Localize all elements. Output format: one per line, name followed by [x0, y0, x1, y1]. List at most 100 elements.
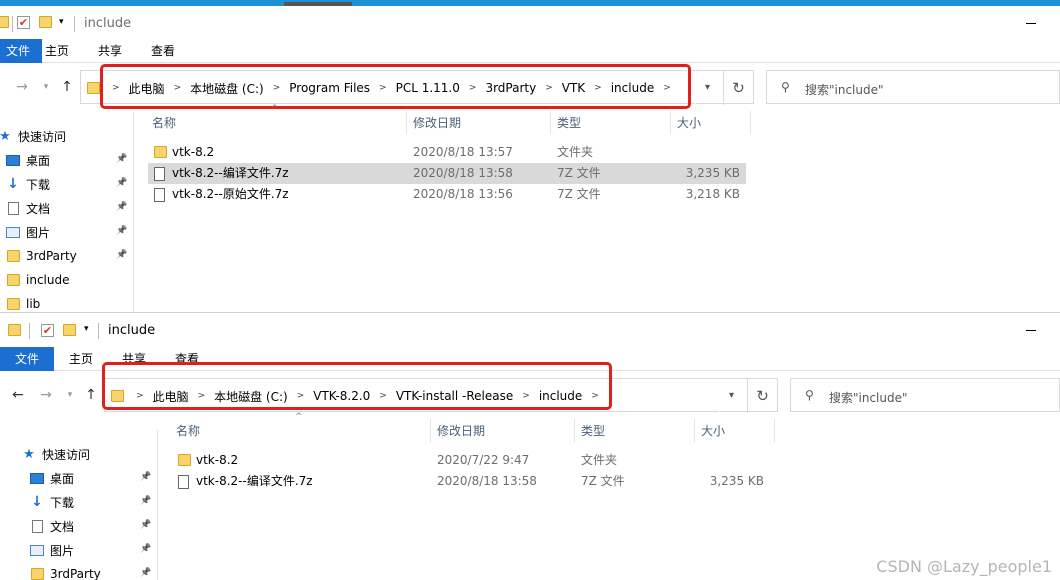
- tab-home[interactable]: 主页: [33, 39, 81, 63]
- search-input[interactable]: 搜索"include": [829, 389, 908, 406]
- column-name-header[interactable]: 名称: [152, 111, 176, 135]
- sidebar-item-label: 文档: [26, 201, 51, 216]
- address-history-chevron-icon[interactable]: ▾: [695, 71, 719, 105]
- pin-icon[interactable]: 📌: [140, 520, 151, 530]
- sidebar-item[interactable]: 文档: [30, 515, 74, 537]
- pin-icon[interactable]: 📌: [116, 178, 127, 188]
- document-icon: [6, 201, 20, 215]
- document-glyph: [7, 201, 19, 215]
- properties-check-icon[interactable]: ✔: [41, 324, 54, 337]
- pin-icon[interactable]: 📌: [116, 154, 127, 164]
- sidebar-item[interactable]: ★ 快速访问: [22, 443, 90, 465]
- new-folder-icon[interactable]: [39, 16, 52, 28]
- sidebar-item[interactable]: include: [6, 269, 69, 291]
- sidebar-item[interactable]: 3rdParty: [30, 563, 101, 580]
- refresh-icon[interactable]: ↻: [723, 71, 753, 105]
- divider: [774, 419, 775, 443]
- pin-icon[interactable]: 📌: [116, 250, 127, 260]
- folder-icon: [30, 568, 44, 580]
- column-name-header[interactable]: 名称: [176, 419, 200, 443]
- recent-locations-chevron-icon[interactable]: ▾: [36, 70, 56, 104]
- tab-view[interactable]: 查看: [139, 39, 187, 63]
- download-glyph: ↓: [31, 494, 43, 510]
- file-row[interactable]: vtk-8.2--原始文件.7z 2020/8/18 13:56 7Z 文件 3,21…: [148, 184, 746, 205]
- properties-check-icon[interactable]: ✔: [17, 16, 30, 29]
- download-icon: ↓: [6, 176, 20, 192]
- sidebar-item[interactable]: 文档: [6, 197, 50, 219]
- star-icon: ★: [22, 446, 36, 462]
- divider: [670, 111, 671, 135]
- folder-icon: [6, 250, 20, 263]
- file-size: 3,235 KB: [685, 166, 740, 180]
- column-date-header[interactable]: 修改日期: [437, 419, 485, 443]
- recent-locations-chevron-icon[interactable]: ▾: [60, 378, 80, 412]
- column-date-header[interactable]: 修改日期: [413, 111, 461, 135]
- sort-ascending-icon: ^: [271, 104, 279, 114]
- tab-home[interactable]: 主页: [57, 347, 105, 371]
- sidebar-item-label: 文档: [50, 519, 75, 534]
- forward-arrow-icon[interactable]: →: [36, 378, 56, 412]
- star-glyph: ★: [23, 446, 35, 462]
- file-row[interactable]: vtk-8.2 2020/7/22 9:47 文件夹: [172, 450, 770, 471]
- sidebar-item[interactable]: ↓ 下载: [6, 173, 50, 195]
- divider: [29, 323, 30, 339]
- title-bar: ✔ ▾ include: [0, 0, 1060, 32]
- column-size-header[interactable]: 大小: [677, 111, 701, 135]
- sidebar-item[interactable]: 图片: [6, 221, 50, 243]
- sidebar-item[interactable]: ↓ 下载: [30, 491, 74, 513]
- pin-icon[interactable]: 📌: [140, 568, 151, 578]
- file-date: 2020/7/22 9:47: [437, 453, 530, 467]
- pin-icon[interactable]: 📌: [116, 202, 127, 212]
- minimize-button[interactable]: [1026, 23, 1036, 24]
- ribbon-tabs: 文件 主页 共享 查看: [0, 39, 1060, 63]
- customize-toolbar-chevron-icon[interactable]: ▾: [84, 324, 89, 334]
- pictures-icon: [6, 226, 20, 239]
- address-highlight-box: [102, 362, 612, 410]
- search-input[interactable]: 搜索"include": [805, 81, 884, 98]
- column-type-header[interactable]: 类型: [557, 111, 581, 135]
- sidebar-item[interactable]: 图片: [30, 539, 74, 561]
- divider: [574, 419, 575, 443]
- search-box[interactable]: ⚲ 搜索"include": [790, 378, 1060, 412]
- sidebar-item[interactable]: lib: [6, 293, 40, 312]
- up-arrow-icon[interactable]: ↑: [81, 378, 101, 412]
- file-row[interactable]: vtk-8.2--编译文件.7z 2020/8/18 13:58 7Z 文件 3,23…: [172, 471, 770, 492]
- pin-icon[interactable]: 📌: [140, 496, 151, 506]
- customize-toolbar-chevron-icon[interactable]: ▾: [59, 17, 64, 27]
- column-type-header[interactable]: 类型: [581, 419, 605, 443]
- sidebar-item-label: 快速访问: [18, 129, 67, 144]
- address-history-chevron-icon[interactable]: ▾: [719, 379, 743, 413]
- file-date: 2020/8/18 13:57: [413, 145, 513, 159]
- sidebar-item[interactable]: 桌面: [6, 149, 50, 171]
- divider: [12, 16, 13, 32]
- file-icon: [154, 188, 165, 202]
- file-type: 7Z 文件: [581, 474, 625, 488]
- pin-icon[interactable]: 📌: [116, 226, 127, 236]
- column-size-header[interactable]: 大小: [701, 419, 725, 443]
- search-box[interactable]: ⚲ 搜索"include": [766, 70, 1060, 104]
- forward-arrow-icon[interactable]: →: [12, 70, 32, 104]
- pictures-icon: [30, 544, 44, 557]
- file-name: vtk-8.2--原始文件.7z: [172, 187, 289, 201]
- new-folder-icon[interactable]: [63, 324, 76, 336]
- divider: [74, 16, 75, 32]
- tab-file[interactable]: 文件: [0, 347, 54, 371]
- minimize-button[interactable]: [1026, 330, 1036, 331]
- refresh-icon[interactable]: ↻: [747, 379, 777, 413]
- divider: [406, 111, 407, 135]
- sidebar-item[interactable]: ★ 快速访问: [0, 125, 66, 147]
- sidebar-item[interactable]: 桌面: [30, 467, 74, 489]
- pin-icon[interactable]: 📌: [140, 544, 151, 554]
- sidebar-item-label: 桌面: [26, 153, 51, 168]
- pin-icon[interactable]: 📌: [140, 472, 151, 482]
- tab-share[interactable]: 共享: [86, 39, 134, 63]
- sidebar-item-label: lib: [26, 297, 41, 311]
- file-row[interactable]: vtk-8.2--编译文件.7z 2020/8/18 13:58 7Z 文件 3,23…: [148, 163, 746, 184]
- file-row[interactable]: vtk-8.2 2020/8/18 13:57 文件夹: [148, 142, 746, 163]
- back-arrow-icon[interactable]: ←: [8, 378, 28, 412]
- up-arrow-icon[interactable]: ↑: [57, 70, 77, 104]
- pictures-glyph: [30, 544, 44, 556]
- file-name: vtk-8.2--编译文件.7z: [172, 166, 289, 180]
- sidebar-item[interactable]: 3rdParty: [6, 245, 77, 267]
- file-name: vtk-8.2--编译文件.7z: [196, 474, 313, 488]
